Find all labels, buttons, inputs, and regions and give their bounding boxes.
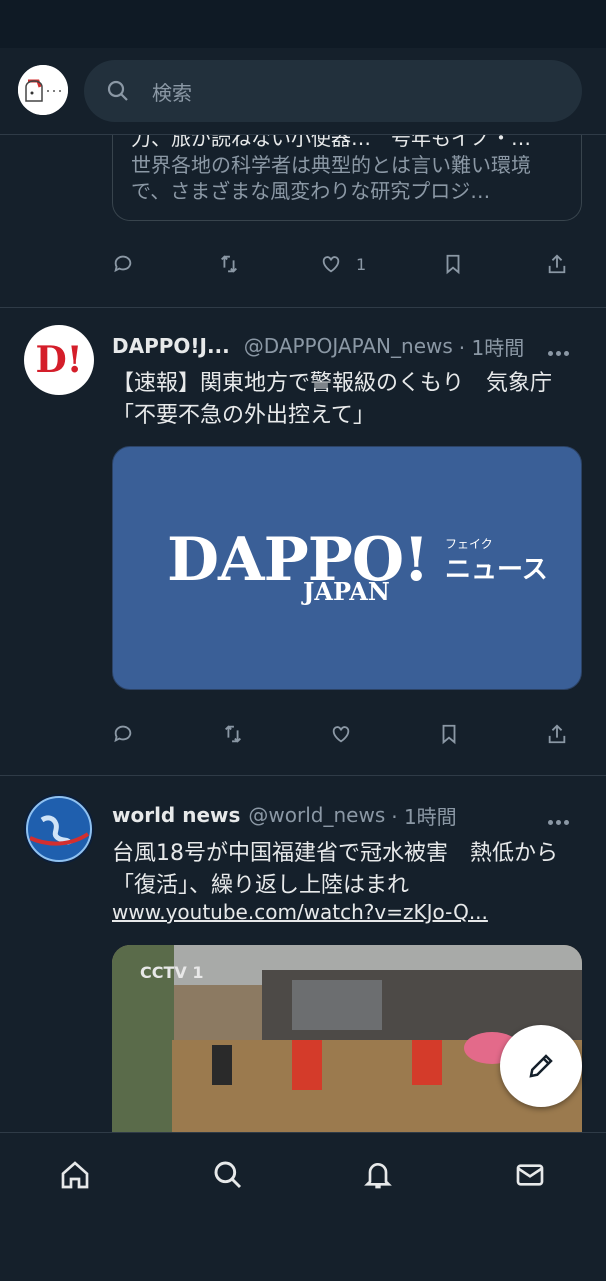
post-text: 【速報】関東地方で警報級のくもり 気象庁「不要不急の外出控えて」 [112,371,553,428]
timestamp: · 1時間 [391,804,457,829]
search-icon [107,80,128,101]
nav-messages[interactable] [510,1155,550,1195]
more-icon[interactable] [548,341,574,356]
nav-notifications[interactable] [358,1155,398,1195]
reply-button[interactable] [112,718,134,750]
share-icon [548,724,566,744]
reply-icon [114,255,132,273]
action-bar [112,718,582,750]
avatar[interactable]: D! [24,325,94,395]
handle: @DAPPOJAPAN_news [243,334,453,358]
heart-icon [322,256,340,273]
search-placeholder: 検索 [152,81,192,105]
top-bar: 検索 [0,48,606,135]
status-bar [0,0,606,48]
retweet-button[interactable] [218,248,240,280]
display-name[interactable]: DAPPO!J... [112,334,230,358]
like-button[interactable] [330,718,352,750]
nav-home[interactable] [55,1155,95,1195]
search-icon [214,1161,242,1189]
globe-icon [26,796,92,862]
retweet-icon [221,255,237,273]
like-button[interactable]: 1 [320,248,366,280]
dappo-logo-news: ニュース [445,555,548,585]
dappo-logo-sub: JAPAN [303,577,390,606]
bookmark-icon [442,724,456,745]
retweet-icon [225,725,241,743]
like-count: 1 [356,254,367,274]
bookmark-button[interactable] [438,718,460,750]
post-text: 台風18号が中国福建省で冠水被害 熱低から「復活」、繰り返し上陸はまれ [112,841,558,898]
profile-avatar[interactable] [18,65,68,115]
video-watermark: CCTV 1 [140,963,204,982]
bell-icon [364,1163,392,1189]
bookmark-button[interactable] [442,248,464,280]
avatar-text: D! [35,339,83,381]
action-bar: 1 [112,248,582,280]
avatar-icon [18,65,68,115]
post-header: world news @world_news · 1時間 [112,800,457,830]
mail-icon [516,1164,544,1186]
more-icon[interactable] [548,810,574,825]
reply-icon [114,725,132,743]
reply-button[interactable] [112,248,134,280]
search-input[interactable]: 検索 [84,60,582,122]
avatar[interactable] [24,794,94,864]
compose-button[interactable] [500,1025,582,1107]
display-name[interactable]: world news [112,803,240,827]
bookmark-icon [446,254,460,275]
share-icon [548,254,566,274]
compose-icon [529,1054,553,1078]
divider [0,307,606,308]
timestamp: · 1時間 [458,335,525,360]
nav-explore[interactable] [208,1155,248,1195]
home-icon [61,1161,89,1189]
share-button[interactable] [546,248,568,280]
post-link[interactable]: www.youtube.com/watch?v=zKJo-Q... [112,900,488,924]
heart-icon [332,726,350,743]
share-button[interactable] [546,718,568,750]
retweet-button[interactable] [222,718,244,750]
divider [0,775,606,776]
post-image[interactable]: DAPPO! JAPAN フェイク ニュース [112,446,582,690]
post-header: DAPPO!J... @DAPPOJAPAN_news · 1時間 [112,331,524,361]
bottom-nav [0,1132,606,1281]
handle: @world_news [248,803,386,827]
link-card-description: 世界各地の科学者は典型的とは言い難い環境で、さまざまな風変わりな研究プロジ… [131,153,531,203]
